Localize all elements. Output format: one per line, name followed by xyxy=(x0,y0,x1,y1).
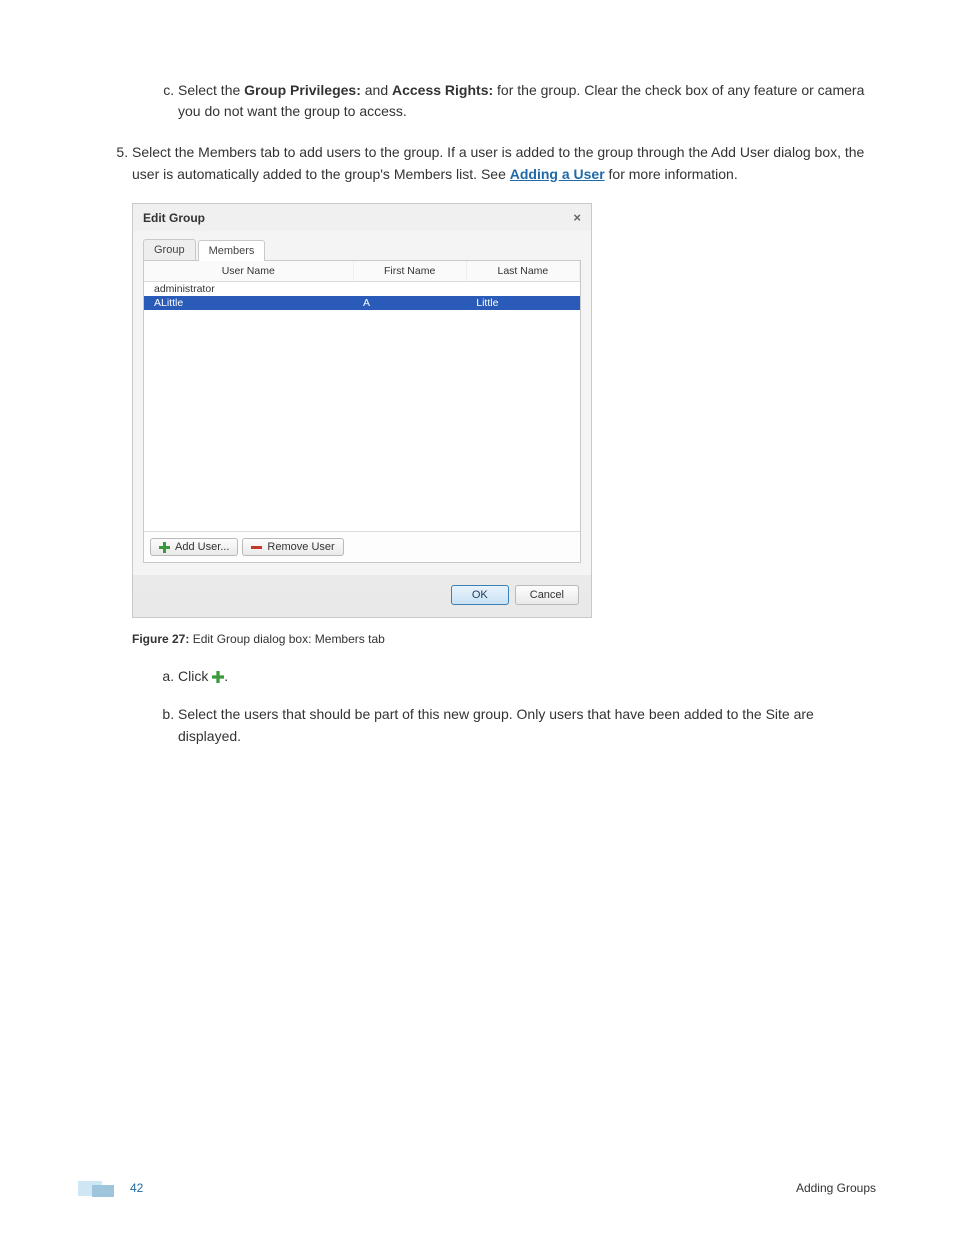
step-5-suffix: for more information. xyxy=(605,166,738,182)
cell-first xyxy=(353,282,466,297)
figure-caption: Figure 27: Edit Group dialog box: Member… xyxy=(132,632,876,646)
col-last-name[interactable]: Last Name xyxy=(466,261,579,282)
members-table: User Name First Name Last Name administr… xyxy=(144,261,580,310)
table-row[interactable]: ALittle A Little xyxy=(144,296,580,310)
minus-icon xyxy=(251,542,262,553)
step-c: Select the Group Privileges: and Access … xyxy=(178,80,876,122)
step-5: Select the Members tab to add users to t… xyxy=(132,142,876,185)
table-row[interactable]: administrator xyxy=(144,282,580,297)
page-footer: 42 Adding Groups xyxy=(78,1179,876,1197)
footer-section: Adding Groups xyxy=(796,1181,876,1195)
figure-text: Edit Group dialog box: Members tab xyxy=(189,632,384,646)
substeps-alpha: Select the Group Privileges: and Access … xyxy=(78,80,876,122)
substep-a-suffix: . xyxy=(224,668,228,684)
edit-group-dialog: Edit Group × Group Members User Name Fir… xyxy=(132,203,592,618)
ok-button[interactable]: OK xyxy=(451,585,509,605)
col-user-name[interactable]: User Name xyxy=(144,261,353,282)
close-icon[interactable]: × xyxy=(573,210,581,225)
page-number: 42 xyxy=(130,1181,143,1195)
dialog-tabs: Group Members xyxy=(143,239,581,261)
steps-numeric: Select the Members tab to add users to t… xyxy=(78,142,876,185)
substep-a: Click . xyxy=(178,666,876,690)
step-c-bold1: Group Privileges: xyxy=(244,82,361,98)
add-user-button[interactable]: Add User... xyxy=(150,538,238,556)
members-table-wrap: User Name First Name Last Name administr… xyxy=(143,261,581,563)
tab-group[interactable]: Group xyxy=(143,239,196,260)
cell-last xyxy=(466,282,579,297)
cell-first: A xyxy=(353,296,466,310)
adding-a-user-link[interactable]: Adding a User xyxy=(510,166,605,182)
cancel-button[interactable]: Cancel xyxy=(515,585,579,605)
step-c-prefix: Select the xyxy=(178,82,244,98)
dialog-footer: OK Cancel xyxy=(133,575,591,617)
substep-b: Select the users that should be part of … xyxy=(178,704,876,747)
col-first-name[interactable]: First Name xyxy=(353,261,466,282)
plus-icon xyxy=(212,668,224,690)
add-user-label: Add User... xyxy=(175,541,229,553)
dialog-header: Edit Group × xyxy=(133,204,591,231)
table-empty-area xyxy=(144,310,580,531)
remove-user-button[interactable]: Remove User xyxy=(242,538,343,556)
table-header-row: User Name First Name Last Name xyxy=(144,261,580,282)
page-content: Select the Group Privileges: and Access … xyxy=(0,0,954,747)
plus-icon xyxy=(159,542,170,553)
cell-last: Little xyxy=(466,296,579,310)
substeps-after-figure: Click . Select the users that should be … xyxy=(78,666,876,747)
figure-label: Figure 27: xyxy=(132,632,189,646)
dialog-body: Group Members User Name First Name Last … xyxy=(133,231,591,575)
footer-left: 42 xyxy=(78,1179,143,1197)
dialog-title: Edit Group xyxy=(143,211,205,225)
table-toolbar: Add User... Remove User xyxy=(144,531,580,562)
cell-user: administrator xyxy=(144,282,353,297)
footer-logo xyxy=(78,1179,122,1197)
substep-a-text: Click xyxy=(178,668,212,684)
step-c-mid: and xyxy=(361,82,392,98)
step-5-prefix: Select the Members tab to add users to t… xyxy=(132,144,864,182)
cell-user: ALittle xyxy=(144,296,353,310)
remove-user-label: Remove User xyxy=(267,541,334,553)
tab-members[interactable]: Members xyxy=(198,240,266,261)
substep-b-text: Select the users that should be part of … xyxy=(178,706,814,744)
step-c-bold2: Access Rights: xyxy=(392,82,493,98)
